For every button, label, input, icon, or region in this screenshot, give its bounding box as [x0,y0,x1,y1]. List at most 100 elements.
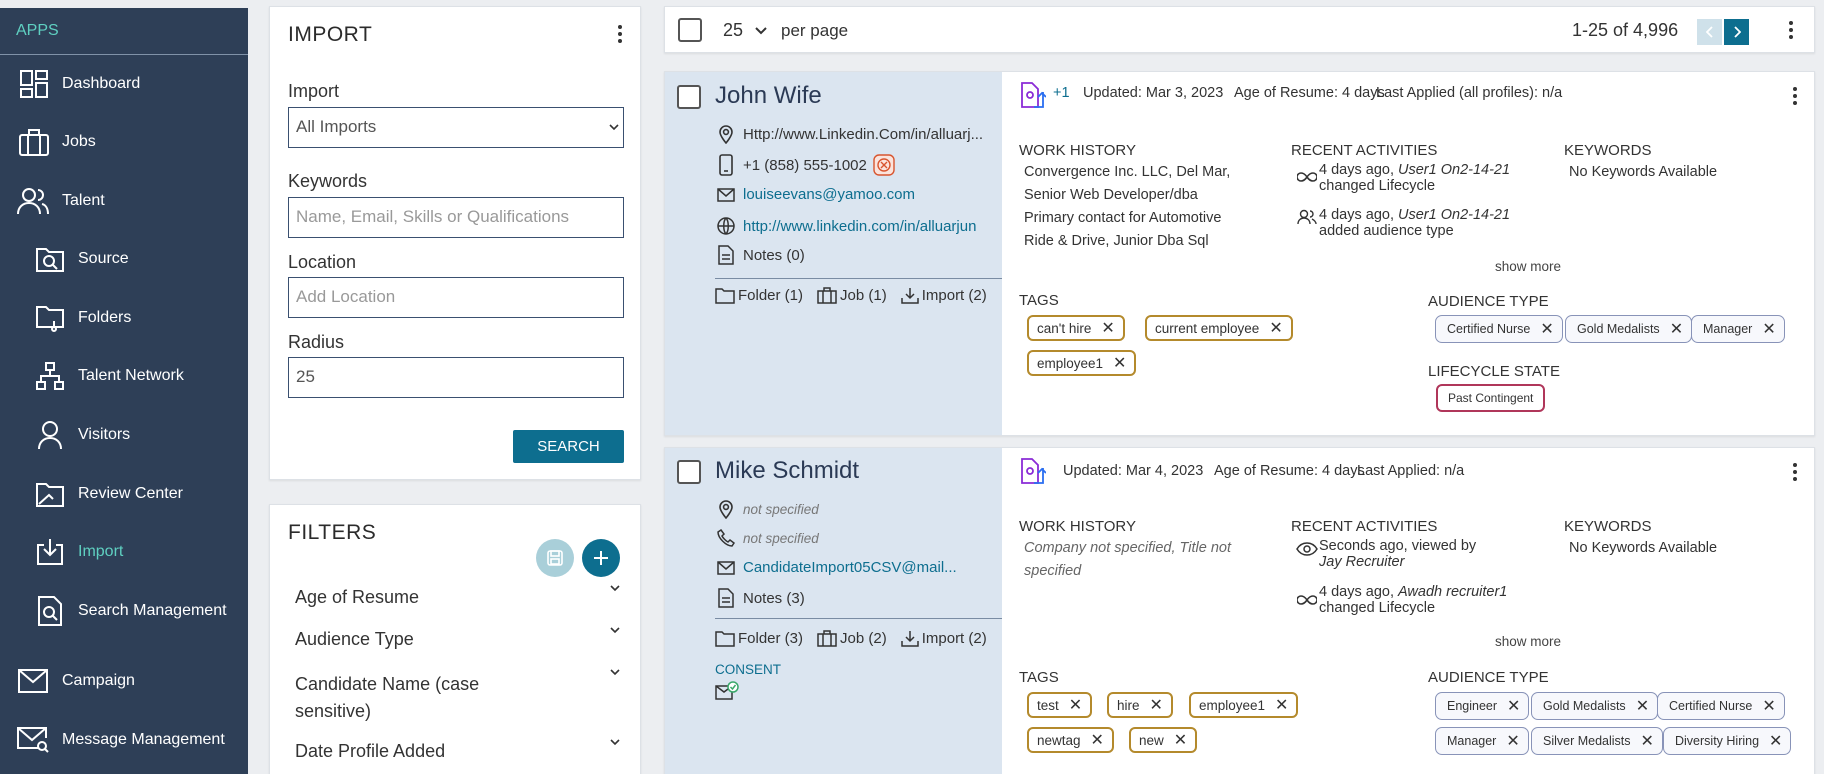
audience-chip[interactable]: Manager ✕ [1435,727,1529,755]
location-label: Location [288,252,357,272]
kebab-menu-icon[interactable] [1787,86,1803,106]
remove-audience-icon[interactable]: ✕ [1636,696,1649,716]
folder-count-link[interactable]: Folder (3) [715,630,803,647]
remove-tag-icon[interactable]: ✕ [1275,695,1288,715]
chevron-down-icon[interactable] [610,625,620,635]
add-filter-button[interactable] [582,539,620,577]
tag-chip[interactable]: current employee ✕ [1145,315,1293,341]
remove-audience-icon[interactable]: ✕ [1507,696,1520,716]
sidebar-item-message-management[interactable]: Message Management [0,720,248,760]
remove-tag-icon[interactable]: ✕ [1150,695,1163,715]
remove-tag-icon[interactable]: ✕ [1069,695,1082,715]
do-not-call-icon[interactable] [873,154,895,176]
filter-label: Date Profile Added [295,741,446,761]
remove-audience-icon[interactable]: ✕ [1670,319,1683,339]
radius-input[interactable]: 25 [288,357,624,398]
location-text: Http://www.Linkedin.Com/in/alluarj... [743,125,984,143]
job-count-link[interactable]: Job (2) [817,630,887,647]
show-more-link[interactable]: show more [1495,259,1561,274]
remove-audience-icon[interactable]: ✕ [1769,731,1782,751]
kebab-menu-icon[interactable] [612,24,628,44]
tag-chip[interactable]: employee1 ✕ [1027,350,1137,376]
audience-chip[interactable]: Silver Medalists ✕ [1531,727,1663,755]
audience-chip[interactable]: Gold Medalists ✕ [1565,315,1693,343]
sidebar-item-import[interactable]: Import [0,532,248,572]
chevron-down-icon[interactable] [610,667,620,677]
chevron-down-icon[interactable] [610,737,620,747]
sidebar-item-visitors[interactable]: Visitors [0,415,248,455]
sidebar-item-label: Dashboard [62,75,141,92]
filter-date-profile-added[interactable]: Date Profile Added [295,741,445,762]
audience-type-title: AUDIENCE TYPE [1428,293,1549,310]
network-icon [34,360,66,392]
remove-tag-icon[interactable]: ✕ [1101,318,1114,338]
remove-tag-icon[interactable]: ✕ [1091,730,1104,750]
audience-chip[interactable]: Engineer ✕ [1435,692,1530,720]
remove-tag-icon[interactable]: ✕ [1113,353,1126,373]
resume-age: Age of Resume: 4 days [1234,85,1385,101]
remove-audience-icon[interactable]: ✕ [1641,731,1654,751]
lifecycle-chip[interactable]: Past Contingent [1436,384,1546,412]
website-link[interactable]: http://www.linkedin.com/in/alluarjun [743,218,976,235]
notes-row[interactable]: Notes (3) [715,588,805,608]
tag-chip[interactable]: hire ✕ [1107,692,1173,718]
tag-chip[interactable]: employee1 ✕ [1189,692,1299,718]
audience-chip[interactable]: Manager ✕ [1691,315,1785,343]
remove-audience-icon[interactable]: ✕ [1762,696,1775,716]
last-applied: Last Applied (all profiles): n/a [1376,85,1563,101]
save-filter-button[interactable] [536,539,574,577]
import-count-link[interactable]: Import (2) [900,630,987,647]
sidebar-item-label: Talent Network [78,367,184,384]
remove-audience-icon[interactable]: ✕ [1540,319,1553,339]
sidebar-item-jobs[interactable]: Jobs [0,122,248,162]
select-all-checkbox[interactable] [678,18,702,42]
candidate-checkbox[interactable] [677,460,701,484]
chevron-down-icon[interactable] [610,583,620,593]
kebab-menu-icon[interactable] [1783,20,1799,40]
sidebar-item-search-management[interactable]: Search Management [0,591,248,631]
sidebar-item-talent[interactable]: Talent [0,181,248,221]
candidate-checkbox[interactable] [677,85,701,109]
sidebar-item-campaign[interactable]: Campaign [0,661,248,701]
sidebar-item-source[interactable]: Source [0,239,248,279]
sidebar-item-label: Folders [78,309,132,326]
sidebar-item-folders[interactable]: Folders [0,298,248,338]
search-button[interactable]: SEARCH [513,430,624,463]
remove-tag-icon[interactable]: ✕ [1269,318,1282,338]
sidebar-item-review-center[interactable]: Review Center [0,474,248,514]
job-count-link[interactable]: Job (1) [817,287,887,304]
tag-chip[interactable]: can't hire ✕ [1027,315,1125,341]
candidate-name[interactable]: Mike Schmidt [715,457,859,485]
keywords-input[interactable]: Name, Email, Skills or Qualifications [288,197,624,238]
show-more-link[interactable]: show more [1495,634,1561,649]
plus-profiles[interactable]: +1 [1053,85,1070,101]
next-page-button[interactable] [1724,19,1749,45]
location-input[interactable]: Add Location [288,277,624,318]
notes-row[interactable]: Notes (0) [715,245,805,265]
audience-chip[interactable]: Certified Nurse ✕ [1435,315,1563,343]
consent-mail-icon[interactable] [715,681,739,706]
folder-count-link[interactable]: Folder (1) [715,287,803,304]
sidebar-item-talent-network[interactable]: Talent Network [0,356,248,396]
audience-chip[interactable]: Gold Medalists ✕ [1531,692,1659,720]
filter-audience-type[interactable]: Audience Type [295,629,414,650]
audience-chip[interactable]: Certified Nurse ✕ [1657,692,1785,720]
filter-candidate-name[interactable]: Candidate Name (case sensitive) [295,671,495,725]
tag-chip[interactable]: test ✕ [1027,692,1093,718]
candidate-name[interactable]: John Wife [715,82,822,110]
audience-chip[interactable]: Diversity Hiring ✕ [1663,727,1792,755]
remove-audience-icon[interactable]: ✕ [1762,319,1775,339]
import-count-link[interactable]: Import (2) [900,287,987,304]
remove-audience-icon[interactable]: ✕ [1506,731,1519,751]
email-link[interactable]: louiseevans@yamoo.com [743,186,915,203]
remove-tag-icon[interactable]: ✕ [1174,730,1187,750]
prev-page-button[interactable] [1697,19,1722,45]
tag-chip[interactable]: newtag ✕ [1027,727,1114,753]
email-link[interactable]: CandidateImport05CSV@mail... [743,559,957,576]
import-select[interactable]: All Imports [288,107,624,148]
sidebar-item-dashboard[interactable]: Dashboard [0,64,248,104]
tag-chip[interactable]: new ✕ [1129,727,1198,753]
kebab-menu-icon[interactable] [1787,462,1803,482]
per-page-select[interactable]: 25 [723,20,767,41]
filter-age-of-resume[interactable]: Age of Resume [295,587,419,608]
